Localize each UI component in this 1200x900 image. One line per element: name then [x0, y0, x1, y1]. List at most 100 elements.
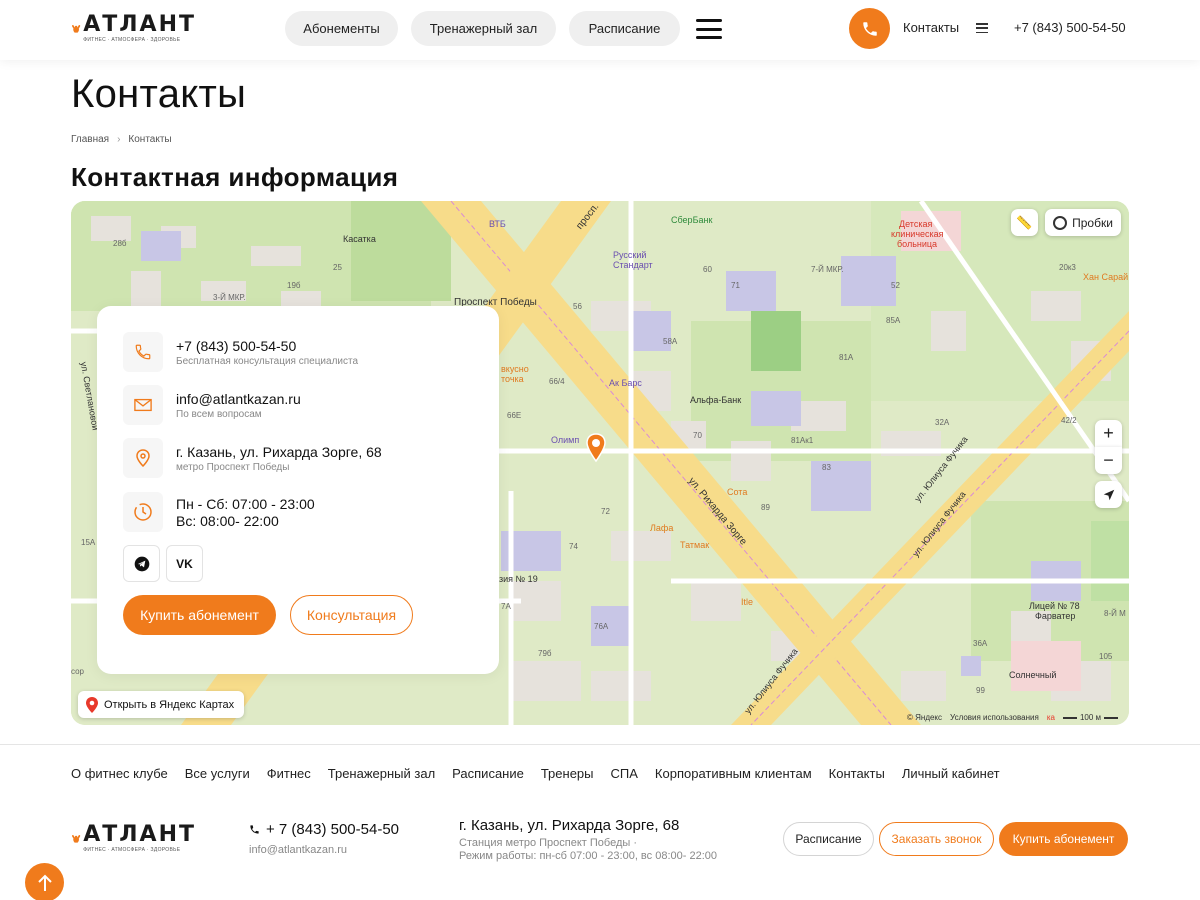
card-phone-icon-box — [123, 332, 163, 372]
card-phone[interactable]: +7 (843) 500-54-50 — [176, 338, 296, 354]
traffic-button[interactable]: Пробки — [1045, 209, 1121, 236]
map-label-n15a: 15А — [81, 538, 96, 547]
footer-nav-trainers[interactable]: Тренеры — [541, 766, 594, 781]
footer-nav-account[interactable]: Личный кабинет — [902, 766, 1000, 781]
footer-nav-schedule[interactable]: Расписание — [452, 766, 524, 781]
card-address-note: метро Проспект Победы — [176, 462, 290, 473]
footer-metro: Станция метро Проспект Победы · — [459, 837, 638, 849]
traffic-icon — [1053, 215, 1068, 230]
map-label-russky: Русский — [613, 250, 647, 260]
map-label-n89: 89 — [761, 503, 770, 512]
header-phone-link[interactable]: +7 (843) 500-54-50 — [1014, 20, 1126, 35]
logo-mascot-icon — [72, 25, 81, 33]
map-label-n76a: 76А — [594, 622, 609, 631]
footer-nav-contacts[interactable]: Контакты — [829, 766, 885, 781]
map-terms-link[interactable]: Условия использования — [950, 713, 1039, 722]
footer-nav-about[interactable]: О фитнес клубе — [71, 766, 168, 781]
map-label-mkr7: 7-Й МКР. — [811, 265, 844, 274]
vk-button[interactable]: VK — [166, 545, 203, 582]
location-pin-icon — [586, 433, 606, 463]
footer-email[interactable]: info@atlantkazan.ru — [249, 844, 347, 856]
header-contacts-link[interactable]: Контакты — [903, 20, 959, 35]
map-label-n81a: 81А — [839, 353, 854, 362]
scroll-to-top-button[interactable] — [25, 863, 64, 900]
footer-logo[interactable]: АТЛАНТ ФИТНЕС · АТМОСФЕРА · ЗДОРОВЬЕ — [71, 822, 196, 856]
location-icon — [136, 449, 150, 467]
footer-logo-name: АТЛАНТ — [83, 822, 196, 847]
map-label-olimp: Олимп — [551, 435, 580, 445]
breadcrumb-chevron-icon: › — [117, 134, 121, 145]
map-label-n19b: 19б — [287, 281, 301, 290]
footer-callback-button[interactable]: Заказать звонок — [879, 822, 994, 856]
map-label-n42-2: 42/2 — [1061, 416, 1077, 425]
map-label-tatmak: Татмак — [680, 540, 710, 550]
map-label-itle: Itle — [741, 597, 754, 607]
arrow-up-icon — [37, 874, 52, 891]
site-header: АТЛАНТ ФИТНЕС · АТМОСФЕРА · ЗДОРОВЬЕ Або… — [0, 0, 1200, 60]
map-label-vkusno-1: вкусно — [501, 364, 529, 374]
map-label-n79b: 79б — [538, 649, 552, 658]
card-address-icon-box — [123, 438, 163, 478]
footer-address: г. Казань, ул. Рихарда Зорге, 68 — [459, 817, 680, 834]
map-label-n7a: 7А — [501, 602, 511, 611]
map-label-n66e: 66Е — [507, 411, 522, 420]
breadcrumb-home[interactable]: Главная — [71, 134, 109, 145]
zoom-in-button[interactable]: + — [1095, 420, 1122, 447]
card-email-note: По всем вопросам — [176, 409, 262, 420]
footer-phone[interactable]: + 7 (843) 500-54-50 — [249, 821, 399, 838]
map-label-mkr3: 3-Й МКР. — [213, 293, 246, 302]
logo[interactable]: АТЛАНТ ФИТНЕС · АТМОСФЕРА · ЗДОРОВЬЕ — [71, 12, 196, 46]
card-hours-weekday: Пн - Сб: 07:00 - 23:00 — [176, 496, 315, 512]
nav-schedule[interactable]: Расписание — [569, 11, 680, 46]
mail-icon — [134, 398, 152, 412]
footer-buy-button[interactable]: Купить абонемент — [999, 822, 1128, 856]
map-label-n32a: 32А — [935, 418, 950, 427]
open-yandex-maps-button[interactable]: Открыть в Яндекс Картах — [78, 691, 245, 718]
footer-nav-spa[interactable]: СПА — [611, 766, 638, 781]
card-email-icon-box — [123, 385, 163, 425]
contact-card: +7 (843) 500-54-50 Бесплатная консультац… — [97, 306, 499, 674]
footer-phone-text: + 7 (843) 500-54-50 — [266, 821, 400, 838]
nav-subscriptions[interactable]: Абонементы — [285, 11, 398, 46]
menu-burger-icon[interactable] — [696, 19, 722, 39]
map-label-n71: 71 — [731, 281, 740, 290]
footer-schedule-button[interactable]: Расписание — [783, 822, 874, 856]
footer-hours: Режим работы: пн-сб 07:00 - 23:00, вс 08… — [459, 850, 717, 862]
card-phone-note: Бесплатная консультация специалиста — [176, 356, 359, 367]
footer-nav-gym[interactable]: Тренажерный зал — [328, 766, 435, 781]
map-label-hansarai: Хан Сарай — [1083, 272, 1129, 282]
map-label-katalka: Касатка — [343, 234, 376, 244]
footer-divider — [0, 744, 1200, 745]
map-label-n81ak1: 81Ак1 — [791, 436, 814, 445]
contacts-menu-icon[interactable] — [976, 23, 988, 33]
map-label-mkr8: 8-Й М — [1104, 609, 1126, 618]
map-label-sberbank: СберБанк — [671, 215, 713, 225]
map-label-n28b: 28б — [113, 239, 127, 248]
phone-outline-icon — [135, 344, 151, 360]
ruler-button[interactable]: 📏 — [1011, 209, 1038, 236]
footer-nav-fitness[interactable]: Фитнес — [267, 766, 311, 781]
buy-subscription-button[interactable]: Купить абонемент — [123, 595, 276, 635]
map-label-sota: Сота — [727, 487, 748, 497]
map-copyright[interactable]: © Яндекс — [907, 713, 942, 722]
traffic-label: Пробки — [1072, 215, 1113, 230]
map-label-standart: Стандарт — [613, 260, 653, 270]
yandex-map[interactable]: Касатка ВТБ СберБанк Проспект Победы Рус… — [71, 201, 1129, 725]
nav-gym[interactable]: Тренажерный зал — [411, 11, 556, 46]
geolocation-button[interactable] — [1095, 481, 1122, 508]
map-label-n66-4: 66/4 — [549, 377, 565, 386]
card-email[interactable]: info@atlantkazan.ru — [176, 391, 301, 407]
telegram-button[interactable] — [123, 545, 160, 582]
map-label-vtb: ВТБ — [489, 219, 506, 229]
footer-nav-corporate[interactable]: Корпоративным клиентам — [655, 766, 812, 781]
footer-nav-services[interactable]: Все услуги — [185, 766, 250, 781]
call-button[interactable] — [849, 8, 890, 49]
map-pin-icon — [86, 696, 98, 713]
map-label-licey-1: Лицей № 78 — [1029, 601, 1080, 611]
clock-icon — [134, 503, 152, 521]
consultation-button[interactable]: Консультация — [290, 595, 413, 635]
map-footer: © Яндекс Условия использования ка 100 м — [907, 713, 1119, 722]
logo-mascot-icon — [72, 835, 81, 843]
zoom-out-button[interactable]: − — [1095, 447, 1122, 474]
section-title: Контактная информация — [71, 162, 399, 192]
